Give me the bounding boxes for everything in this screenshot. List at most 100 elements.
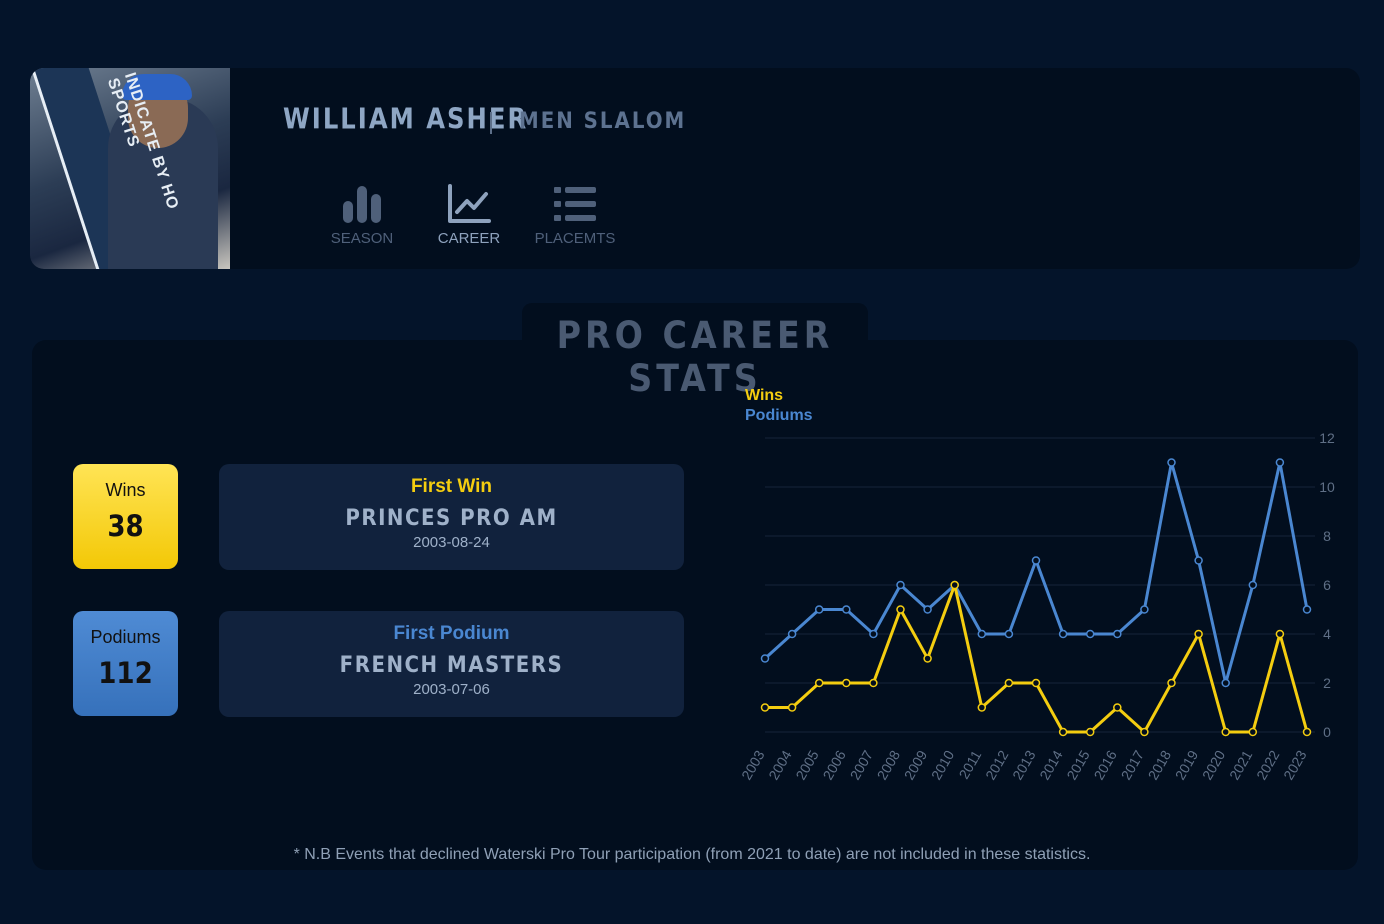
athlete-discipline: MEN SLALOM xyxy=(519,109,687,134)
line-chart-icon xyxy=(448,184,491,223)
y-tick-label: 10 xyxy=(1319,479,1335,495)
y-tick-label: 8 xyxy=(1323,528,1331,544)
first-podium-event: FRENCH MASTERS xyxy=(339,653,564,678)
data-point-podiums xyxy=(1302,605,1312,614)
data-point-wins xyxy=(1004,678,1014,688)
data-point-wins xyxy=(1167,678,1176,688)
podiums-tile: Podiums 112 xyxy=(73,611,178,716)
first-win-date: 2003-08-24 xyxy=(413,534,490,551)
data-point-podiums xyxy=(842,605,851,614)
x-tick-label: 2021 xyxy=(1226,747,1256,782)
data-point-podiums xyxy=(977,629,987,639)
tab-placements[interactable]: PLACEMTS xyxy=(525,184,625,247)
data-point-wins xyxy=(1221,727,1230,737)
tab-season[interactable]: SEASON xyxy=(312,184,412,247)
athlete-photo: INDICATE BY HO SPORTS xyxy=(30,68,230,269)
data-point-podiums xyxy=(814,605,824,614)
series-line-podiums xyxy=(763,461,1309,685)
legend-wins[interactable]: Wins xyxy=(745,387,783,405)
title-divider xyxy=(490,112,492,134)
x-tick-label: 2010 xyxy=(928,747,958,782)
data-point-podiums xyxy=(1221,678,1230,688)
career-line-chart: 0246810122003200420052006200720082009201… xyxy=(738,430,1335,782)
x-tick-label: 2013 xyxy=(1009,747,1039,782)
x-tick-label: 2016 xyxy=(1090,747,1120,782)
data-point-wins xyxy=(787,703,797,712)
data-point-podiums xyxy=(760,654,770,663)
x-tick-label: 2003 xyxy=(738,747,768,782)
tab-career-label: CAREER xyxy=(437,230,501,247)
x-tick-label: 2022 xyxy=(1253,747,1283,782)
footnote: * N.B Events that declined Waterski Pro … xyxy=(293,846,1091,863)
data-point-wins xyxy=(760,703,770,712)
data-point-podiums xyxy=(1085,629,1095,639)
data-point-podiums xyxy=(1194,556,1203,565)
first-win-label: First Win xyxy=(410,476,493,497)
data-point-wins xyxy=(923,654,932,663)
first-podium-date: 2003-07-06 xyxy=(413,681,490,698)
x-tick-label: 2020 xyxy=(1199,747,1229,782)
x-tick-label: 2008 xyxy=(874,747,904,782)
tab-career[interactable]: CAREER xyxy=(419,184,519,247)
podiums-label: Podiums xyxy=(90,627,161,647)
x-tick-label: 2014 xyxy=(1036,747,1066,782)
y-tick-label: 6 xyxy=(1323,577,1331,593)
y-tick-label: 0 xyxy=(1323,724,1331,740)
data-point-wins xyxy=(896,605,905,614)
x-tick-label: 2009 xyxy=(901,747,931,782)
data-point-podiums xyxy=(1004,629,1014,639)
data-point-wins xyxy=(1113,703,1122,712)
data-point-wins xyxy=(842,678,851,688)
first-podium-panel: First Podium FRENCH MASTERS 2003-07-06 xyxy=(219,611,684,717)
data-point-wins xyxy=(1085,727,1095,737)
data-point-wins xyxy=(1275,629,1285,639)
data-point-podiums xyxy=(896,580,905,590)
x-tick-label: 2023 xyxy=(1280,747,1310,782)
y-tick-label: 12 xyxy=(1319,430,1335,446)
stats-title: PRO CAREER STATS xyxy=(556,314,834,400)
legend-podiums[interactable]: Podiums xyxy=(745,407,813,425)
data-point-wins xyxy=(869,678,878,688)
wins-tile: Wins 38 xyxy=(73,464,178,569)
wins-label: Wins xyxy=(105,480,146,500)
data-point-wins xyxy=(1140,727,1149,737)
data-point-wins xyxy=(1194,629,1203,639)
tab-season-label: SEASON xyxy=(330,230,394,247)
athlete-header-card: INDICATE BY HO SPORTS WILLIAM ASHER MEN … xyxy=(30,68,1360,269)
data-point-podiums xyxy=(1113,629,1122,639)
x-tick-label: 2018 xyxy=(1145,747,1175,782)
x-tick-label: 2006 xyxy=(819,747,849,782)
x-tick-label: 2005 xyxy=(792,747,822,782)
x-tick-label: 2012 xyxy=(982,747,1012,782)
wins-value: 38 xyxy=(107,509,144,543)
data-point-wins xyxy=(1248,727,1258,737)
data-point-wins xyxy=(950,580,959,590)
x-tick-label: 2004 xyxy=(765,747,795,782)
data-point-podiums xyxy=(787,629,797,639)
x-tick-label: 2007 xyxy=(847,747,877,782)
data-point-podiums xyxy=(1140,605,1149,614)
data-point-podiums xyxy=(1167,458,1176,467)
data-point-podiums xyxy=(1031,556,1041,565)
x-tick-label: 2019 xyxy=(1172,747,1202,782)
data-point-podiums xyxy=(1058,629,1068,639)
x-tick-label: 2017 xyxy=(1118,747,1148,782)
data-point-podiums xyxy=(1248,580,1258,590)
first-win-event: PRINCES PRO AM xyxy=(345,506,558,531)
list-icon xyxy=(554,187,596,221)
y-tick-label: 4 xyxy=(1323,626,1331,642)
data-point-podiums xyxy=(1275,458,1285,467)
podiums-value: 112 xyxy=(98,656,153,690)
data-point-wins xyxy=(977,703,987,712)
first-win-panel: First Win PRINCES PRO AM 2003-08-24 xyxy=(219,464,684,570)
data-point-wins xyxy=(814,678,824,688)
data-point-wins xyxy=(1058,727,1068,737)
data-point-podiums xyxy=(869,629,878,639)
y-tick-label: 2 xyxy=(1323,675,1331,691)
data-point-wins xyxy=(1031,678,1041,688)
x-tick-label: 2015 xyxy=(1063,747,1093,782)
x-tick-label: 2011 xyxy=(955,747,984,781)
first-podium-label: First Podium xyxy=(393,623,510,644)
data-point-podiums xyxy=(923,605,932,614)
tab-placements-label: PLACEMTS xyxy=(534,230,616,247)
